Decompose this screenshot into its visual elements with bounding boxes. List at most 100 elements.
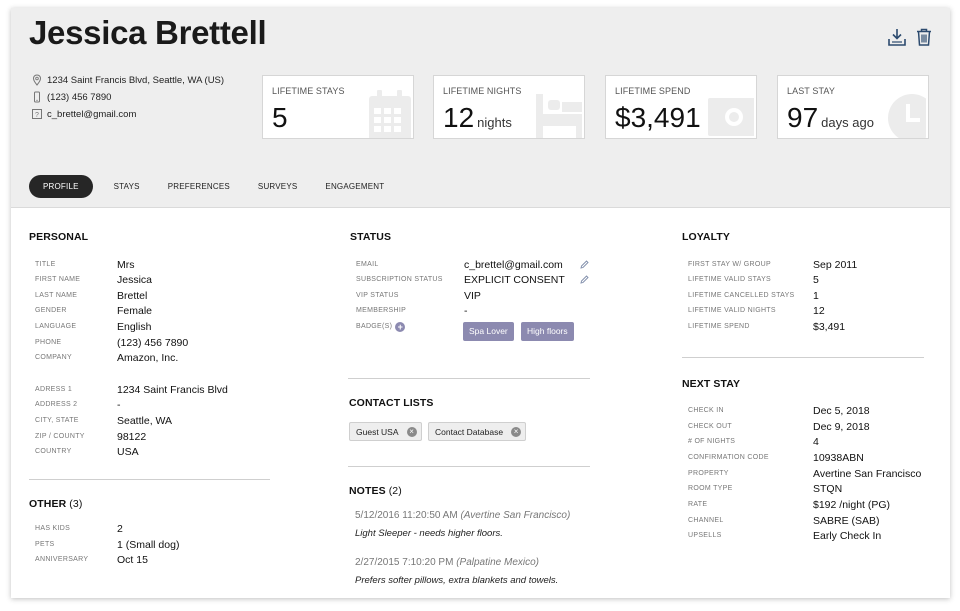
badges-row: BADGE(S) + xyxy=(356,319,406,334)
trash-icon[interactable] xyxy=(914,27,934,47)
field-row: HAS KIDS 2 xyxy=(35,521,123,536)
field-value: Oct 15 xyxy=(117,553,148,566)
note-text: Prefers softer pillows, extra blankets a… xyxy=(355,575,559,586)
section-divider xyxy=(348,466,590,467)
field-row: RATE $192 /night (PG) xyxy=(688,497,890,512)
other-count: (3) xyxy=(69,498,83,510)
calendar-icon xyxy=(369,90,411,138)
field-value: - xyxy=(117,398,121,411)
contact-lists-title: CONTACT LISTS xyxy=(349,397,434,409)
tab-profile[interactable]: PROFILE xyxy=(29,175,93,198)
field-label: SUBSCRIPTION STATUS xyxy=(356,276,443,283)
stat-number: 5 xyxy=(272,102,288,133)
field-row: CITY, STATE Seattle, WA xyxy=(35,413,172,428)
field-value: 12 xyxy=(813,304,825,317)
field-label: LANGUAGE xyxy=(35,323,77,330)
section-divider xyxy=(29,479,270,480)
badge-spa-lover[interactable]: Spa Lover xyxy=(463,322,514,341)
field-row: CHANNEL SABRE (SAB) xyxy=(688,513,880,528)
field-row: ADDRESS 2 - xyxy=(35,397,121,412)
location-pin-icon xyxy=(32,74,42,86)
stat-number: $3,491 xyxy=(615,102,701,133)
profile-tabs: PROFILE STAYS PREFERENCES SURVEYS ENGAGE… xyxy=(29,175,398,198)
stat-lifetime-stays: LIFETIME STAYS 5 xyxy=(262,75,414,139)
field-label: # OF NIGHTS xyxy=(688,438,736,445)
stat-value: 5 xyxy=(272,102,288,134)
field-label: FIRST NAME xyxy=(35,276,81,283)
tab-stays[interactable]: STAYS xyxy=(100,175,154,198)
tab-engagement[interactable]: ENGAGEMENT xyxy=(311,175,398,198)
svg-text:?: ? xyxy=(35,112,39,119)
stat-last-stay: LAST STAY 97 days ago xyxy=(777,75,929,139)
notes-count: (2) xyxy=(388,485,402,497)
field-row: CHECK IN Dec 5, 2018 xyxy=(688,403,870,418)
field-row: SUBSCRIPTION STATUS EXPLICIT CONSENT xyxy=(356,272,565,287)
field-row: CHECK OUT Dec 9, 2018 xyxy=(688,419,870,434)
stat-value: $3,491 xyxy=(615,102,701,134)
field-value: Amazon, Inc. xyxy=(117,351,179,364)
edit-email-icon[interactable] xyxy=(579,259,590,270)
stat-label: LAST STAY xyxy=(787,86,835,96)
field-row: PROPERTY Avertine San Francisco xyxy=(688,466,921,481)
remove-chip-icon[interactable]: × xyxy=(406,427,417,437)
field-value: $3,491 xyxy=(813,320,846,333)
field-value: Mrs xyxy=(117,258,135,271)
field-label: PETS xyxy=(35,541,55,548)
notes-title-text: NOTES xyxy=(349,485,386,497)
note-location: (Palpatine Mexico) xyxy=(456,557,540,568)
address-line: 1234 Saint Francis Blvd, Seattle, WA (US… xyxy=(31,74,224,86)
section-divider xyxy=(682,357,924,358)
field-value: c_brettel@gmail.com xyxy=(464,258,563,271)
field-value: EXPLICIT CONSENT xyxy=(464,273,565,286)
field-label: LIFETIME CANCELLED STAYS xyxy=(688,292,795,299)
next-stay-title: NEXT STAY xyxy=(682,378,741,390)
other-title-text: OTHER xyxy=(29,498,67,510)
field-label: CHECK IN xyxy=(688,407,724,414)
field-row: PHONE (123) 456 7890 xyxy=(35,335,188,350)
field-value: English xyxy=(117,320,152,333)
field-value: Dec 5, 2018 xyxy=(813,404,870,417)
add-badge-icon[interactable]: + xyxy=(395,321,406,332)
field-label: LIFETIME SPEND xyxy=(688,323,750,330)
remove-chip-icon[interactable]: × xyxy=(511,427,522,437)
field-row: TITLE Mrs xyxy=(35,257,135,272)
contact-list-chip[interactable]: Guest USA × xyxy=(349,422,422,441)
stat-unit: days ago xyxy=(821,115,874,130)
stat-lifetime-nights: LIFETIME NIGHTS 12 nights xyxy=(433,75,585,139)
notes-title: NOTES (2) xyxy=(349,485,402,497)
field-label: FIRST STAY W/ GROUP xyxy=(688,261,771,268)
field-value: - xyxy=(464,304,468,317)
field-row: ROOM TYPE STQN xyxy=(688,481,842,496)
tab-preferences[interactable]: PREFERENCES xyxy=(154,175,244,198)
badges-label: BADGE(S) xyxy=(356,323,393,330)
field-value: Female xyxy=(117,304,153,317)
contact-list-chip[interactable]: Contact Database × xyxy=(428,422,527,441)
bed-icon xyxy=(536,94,582,138)
field-value: 10938ABN xyxy=(813,451,864,464)
personal-title: PERSONAL xyxy=(29,231,89,243)
field-value: 1 (Small dog) xyxy=(117,538,180,551)
tab-surveys[interactable]: SURVEYS xyxy=(244,175,312,198)
clock-icon xyxy=(888,94,926,138)
edit-subscription-icon[interactable] xyxy=(579,274,590,285)
guest-profile-card: Jessica Brettell 1234 Saint Francis Blvd… xyxy=(11,8,950,598)
address-text: 1234 Saint Francis Blvd, Seattle, WA (US… xyxy=(47,74,225,86)
field-label: PHONE xyxy=(35,339,62,346)
field-row: FIRST STAY W/ GROUP Sep 2011 xyxy=(688,257,857,272)
field-row: PETS 1 (Small dog) xyxy=(35,537,179,552)
chip-label: Contact Database xyxy=(435,427,504,437)
chip-label: Guest USA xyxy=(356,427,399,437)
field-row: CONFIRMATION CODE 10938ABN xyxy=(688,450,864,465)
field-value: 1 xyxy=(813,289,819,302)
field-value: SABRE (SAB) xyxy=(813,514,880,527)
field-label: VIP STATUS xyxy=(356,292,399,299)
field-row: ANNIVERSARY Oct 15 xyxy=(35,552,148,567)
badge-high-floors[interactable]: High floors xyxy=(521,322,574,341)
note-text: Light Sleeper - needs higher floors. xyxy=(355,528,503,539)
download-icon[interactable] xyxy=(887,27,907,47)
field-row: VIP STATUS VIP xyxy=(356,288,481,303)
field-value: 2 xyxy=(117,522,123,535)
field-label: ADDRESS 2 xyxy=(35,401,78,408)
field-label: RATE xyxy=(688,501,708,508)
stat-value: 12 nights xyxy=(443,102,512,134)
